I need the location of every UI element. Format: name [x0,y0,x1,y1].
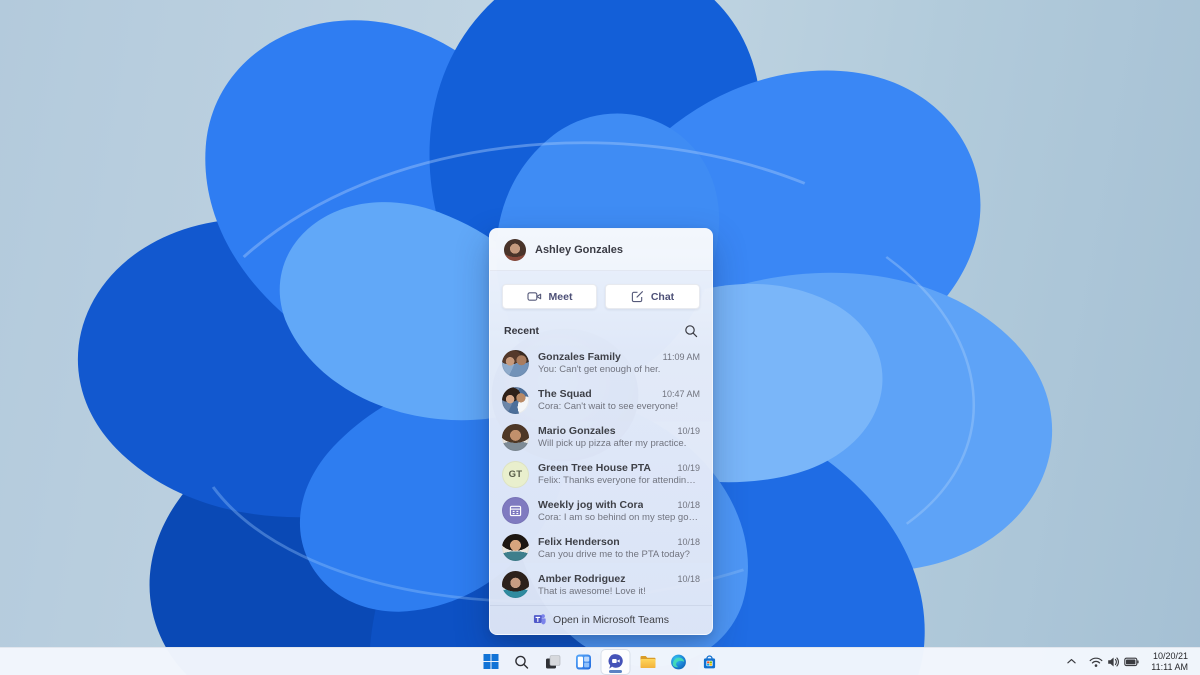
desktop[interactable]: Ashley Gonzales Meet Chat Recent Gonzale… [0,0,1200,675]
microsoft-store-icon [703,654,716,668]
teams-chat-flyout: Ashley Gonzales Meet Chat Recent Gonzale… [489,228,713,635]
recent-label: Recent [504,325,540,337]
taskbar-center-icons [478,648,723,675]
conversation-avatar [502,349,529,377]
conversation-name: Felix Henderson [538,535,620,548]
clock[interactable]: 10/20/21 11:11 AM [1147,651,1192,672]
file-explorer-button[interactable] [635,650,661,674]
user-name: Ashley Gonzales [535,243,624,256]
windows-logo-icon [483,654,498,669]
taskbar: 10/20/21 11:11 AM [0,647,1200,675]
conversation-preview: Cora: Can't wait to see everyone! [538,401,679,413]
video-camera-icon [526,290,542,303]
meet-button[interactable]: Meet [502,284,597,309]
calendar-icon [502,497,529,525]
open-in-teams-link[interactable]: Open in Microsoft Teams [490,605,712,634]
recent-header: Recent [504,324,698,338]
start-button[interactable] [478,650,504,674]
conversation-row[interactable]: Felix Henderson 10/18 Can you drive me t… [490,529,712,566]
conversation-avatar [502,386,529,414]
widgets-button[interactable] [571,650,597,674]
conversation-row[interactable]: Gonzales Family 11:09 AM You: Can't get … [490,345,712,382]
teams-logo-icon [533,612,546,628]
conversation-time: 10/19 [677,463,700,473]
action-buttons: Meet Chat [502,284,700,309]
conversation-preview: Can you drive me to the PTA today? [538,548,690,560]
network-icon [1089,657,1103,667]
task-view-icon [545,654,560,668]
chat-button[interactable]: Chat [605,284,700,309]
conversation-time: 11:09 AM [662,352,700,363]
teams-chat-icon [608,654,623,669]
conversation-name: The Squad [538,388,592,401]
conversation-name: Weekly jog with Cora [538,498,644,511]
conversation-preview: Cora: I am so behind on my step goals. [538,511,700,523]
avatar-initials: GT [508,468,523,480]
chevron-up-icon [1067,658,1076,664]
battery-icon [1124,657,1139,666]
compose-icon [631,290,644,303]
conversation-row[interactable]: GT Green Tree House PTA 10/19 Felix: Tha… [490,456,712,493]
active-app-indicator [609,669,622,673]
conversation-avatar [502,534,529,562]
open-in-teams-label: Open in Microsoft Teams [553,614,669,626]
system-tray: 10/20/21 11:11 AM [1062,648,1192,675]
conversation-name: Amber Rodriguez [538,572,626,585]
edge-button[interactable] [666,650,692,674]
volume-icon [1108,656,1120,667]
conversation-preview: Will pick up pizza after my practice. [538,438,687,450]
conversation-name: Mario Gonzales [538,425,616,438]
conversation-preview: Felix: Thanks everyone for attending tod… [538,475,700,486]
tray-date: 10/20/21 [1152,651,1188,661]
conversation-row[interactable]: The Squad 10:47 AM Cora: Can't wait to s… [490,382,712,419]
conversation-time: 10:47 AM [661,389,700,400]
task-view-button[interactable] [540,650,566,674]
conversation-preview: That is awesome! Love it! [538,585,646,597]
conversation-time: 10/18 [677,573,700,584]
conversation-row[interactable]: Mario Gonzales 10/19 Will pick up pizza … [490,419,712,456]
conversation-time: 10/19 [677,426,700,437]
conversation-avatar [502,571,529,599]
chat-button-label: Chat [650,290,675,303]
conversation-time: 10/18 [677,499,700,510]
search-button[interactable] [509,650,535,674]
tray-status-button[interactable] [1085,651,1143,673]
teams-chat-button[interactable] [601,649,630,674]
meet-button-label: Meet [548,290,573,303]
conversation-time: 10/18 [677,536,700,547]
conversation-row[interactable]: Weekly jog with Cora 10/18 Cora: I am so… [490,492,712,529]
conversation-preview: You: Can't get enough of her. [538,364,661,376]
file-explorer-icon [640,655,655,668]
microsoft-store-button[interactable] [697,650,723,674]
conversation-name: Gonzales Family [538,351,621,364]
edge-icon [671,654,686,669]
user-avatar [504,238,526,261]
conversation-avatar-initials: GT [502,460,529,488]
search-icon[interactable] [684,324,698,338]
conversation-row[interactable]: Amber Rodriguez 10/18 That is awesome! L… [490,566,712,603]
widgets-icon [576,654,591,669]
tray-chevron-button[interactable] [1062,651,1081,673]
conversation-avatar [502,423,529,451]
search-icon [515,655,529,669]
tray-time: 11:11 AM [1151,661,1188,672]
conversation-name: Green Tree House PTA [538,462,652,474]
flyout-header[interactable]: Ashley Gonzales [490,229,712,271]
conversation-list: Gonzales Family 11:09 AM You: Can't get … [490,343,712,605]
